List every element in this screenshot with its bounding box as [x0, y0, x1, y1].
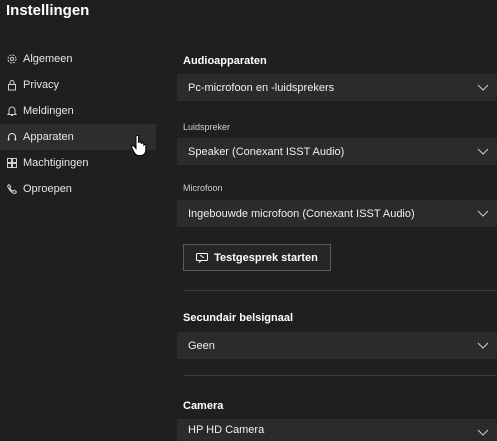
microphone-label: Microfoon	[183, 183, 223, 193]
sidebar-item-label: Apparaten	[23, 131, 74, 143]
sidebar-item-oproepen[interactable]: Oproepen	[0, 176, 160, 202]
hand-cursor-icon	[131, 135, 147, 156]
chevron-down-icon	[477, 429, 489, 436]
microphone-dropdown[interactable]: Ingebouwde microfoon (Conexant ISST Audi…	[177, 200, 497, 227]
page-title: Instellingen	[6, 2, 90, 19]
sidebar-item-label: Algemeen	[23, 53, 73, 65]
dropdown-value: Geen	[188, 339, 215, 352]
sidebar-item-label: Machtigingen	[23, 157, 89, 169]
dropdown-value: Ingebouwde microfoon (Conexant ISST Audi…	[188, 207, 415, 220]
headset-icon	[6, 131, 18, 143]
audio-section-title: Audioapparaten	[183, 55, 267, 67]
dropdown-value: Pc-microfoon en -luidsprekers	[188, 81, 335, 94]
start-test-call-button[interactable]: Testgesprek starten	[183, 244, 331, 271]
section-divider	[183, 375, 497, 376]
gear-icon	[6, 53, 18, 65]
speaker-dropdown[interactable]: Speaker (Conexant ISST Audio)	[177, 138, 497, 165]
sidebar-item-label: Meldingen	[23, 105, 74, 117]
bell-icon	[6, 105, 18, 117]
ringtone-section-title: Secundair belsignaal	[183, 312, 294, 324]
section-divider	[183, 290, 497, 291]
sidebar-item-label: Oproepen	[23, 183, 72, 195]
chevron-down-icon	[477, 84, 489, 91]
apps-grid-icon	[6, 157, 18, 169]
lock-icon	[6, 79, 18, 91]
settings-content: Audioapparaten Pc-microfoon en -luidspre…	[177, 0, 497, 441]
chevron-down-icon	[477, 342, 489, 349]
dropdown-value: Speaker (Conexant ISST Audio)	[188, 145, 345, 158]
audio-device-dropdown[interactable]: Pc-microfoon en -luidsprekers	[177, 74, 497, 101]
camera-section-title: Camera	[183, 400, 224, 412]
sidebar-item-algemeen[interactable]: Algemeen	[0, 46, 160, 72]
dropdown-value: HP HD Camera	[188, 424, 265, 436]
phone-icon	[6, 183, 18, 195]
secondary-ringtone-dropdown[interactable]: Geen	[177, 332, 497, 359]
chevron-down-icon	[477, 148, 489, 155]
speaker-label: Luidspreker	[183, 122, 231, 132]
sidebar-item-label: Privacy	[23, 79, 60, 91]
camera-dropdown[interactable]: HP HD Camera	[177, 419, 497, 441]
test-call-icon	[196, 252, 209, 263]
settings-sidebar: Algemeen Privacy Meldingen Apparaten Mac…	[0, 46, 160, 202]
sidebar-item-meldingen[interactable]: Meldingen	[0, 98, 160, 124]
test-call-button-label: Testgesprek starten	[214, 251, 318, 264]
chevron-down-icon	[477, 210, 489, 217]
sidebar-item-privacy[interactable]: Privacy	[0, 72, 160, 98]
